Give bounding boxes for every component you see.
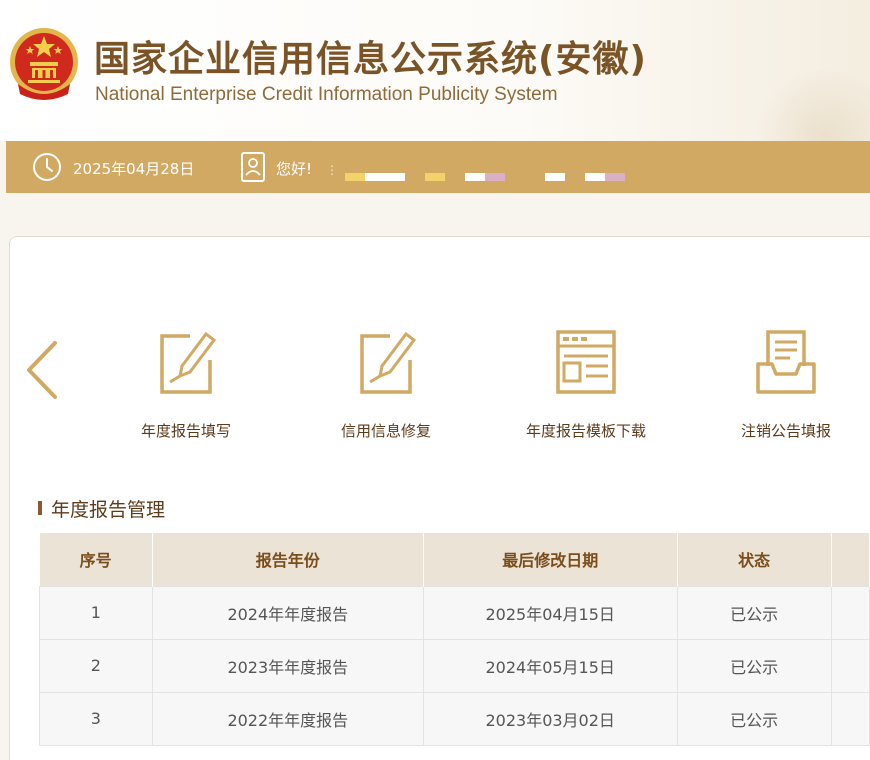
redaction-mark xyxy=(545,173,565,181)
national-emblem-icon xyxy=(10,28,78,100)
cell-extra xyxy=(831,691,870,746)
tile-credit-repair[interactable]: 信用信息修复 xyxy=(286,326,486,456)
column-header-index: 序号 xyxy=(39,533,153,586)
current-date: 2025年04月28日 xyxy=(73,160,195,178)
header-decoration xyxy=(750,70,870,141)
template-download-icon xyxy=(556,330,616,394)
tile-template-download[interactable]: 年度报告模板下载 xyxy=(486,326,686,456)
site-title: 国家企业信用信息公示系统(安徽) xyxy=(94,39,647,80)
cell-index: 3 xyxy=(39,691,153,746)
cell-year: 2024年年度报告 xyxy=(152,585,424,639)
site-header: 国家企业信用信息公示系统(安徽) National Enterprise Cre… xyxy=(0,0,870,141)
chevron-left-icon[interactable] xyxy=(24,340,60,400)
edit-document-icon xyxy=(160,331,217,394)
cell-status: 已公示 xyxy=(677,691,832,746)
cell-index: 2 xyxy=(39,638,153,692)
greeting-text: 您好! xyxy=(276,160,313,178)
inbox-document-icon xyxy=(756,330,816,394)
section-title: 年度报告管理 xyxy=(38,495,165,522)
tile-label: 注销公告填报 xyxy=(740,422,831,440)
tile-label: 信用信息修复 xyxy=(340,422,431,440)
table-row[interactable]: 3 2022年年度报告 2023年03月02日 已公示 xyxy=(39,691,870,746)
redaction-mark xyxy=(465,173,485,181)
cell-status: 已公示 xyxy=(677,585,832,639)
tile-label: 年度报告模板下载 xyxy=(525,422,646,440)
table-row[interactable]: 2 2023年年度报告 2024年05月15日 已公示 xyxy=(39,638,870,692)
tile-annual-report-fill[interactable]: 年度报告填写 xyxy=(86,326,286,456)
redaction-mark xyxy=(425,173,445,181)
clock-icon xyxy=(33,153,61,181)
table-header-row: 序号 报告年份 最后修改日期 状态 xyxy=(39,533,870,586)
annual-report-table: 序号 报告年份 最后修改日期 状态 1 2024年年度报告 2025年04月15… xyxy=(39,533,870,746)
redaction-mark xyxy=(605,173,625,181)
cell-modified: 2024年05月15日 xyxy=(423,638,678,692)
column-header-extra xyxy=(831,533,870,586)
redaction-mark xyxy=(485,173,505,181)
column-header-year: 报告年份 xyxy=(152,533,424,586)
table-row[interactable]: 1 2024年年度报告 2025年04月15日 已公示 xyxy=(39,585,870,639)
cell-modified: 2025年04月15日 xyxy=(423,585,678,639)
redaction-mark xyxy=(585,173,605,181)
cell-extra xyxy=(831,638,870,692)
section-title-text: 年度报告管理 xyxy=(51,499,166,521)
cell-status: 已公示 xyxy=(677,638,832,692)
edit-document-icon xyxy=(360,331,417,394)
redaction-mark xyxy=(365,173,405,181)
cell-modified: 2023年03月02日 xyxy=(423,691,678,746)
tile-deregistration-notice[interactable]: 注销公告填报 xyxy=(686,326,870,456)
tile-label: 年度报告填写 xyxy=(140,422,231,440)
section-marker xyxy=(38,501,42,515)
cell-extra xyxy=(831,585,870,639)
redaction-mark xyxy=(345,173,365,181)
column-header-status: 状态 xyxy=(677,533,832,586)
column-header-modified: 最后修改日期 xyxy=(423,533,678,586)
top-bar: 2025年04月28日 您好! ⋮ xyxy=(6,141,870,193)
cell-year: 2023年年度报告 xyxy=(152,638,424,692)
user-card-icon xyxy=(241,152,265,182)
masked-username: ⋮ xyxy=(326,163,338,177)
cell-year: 2022年年度报告 xyxy=(152,691,424,746)
site-subtitle: National Enterprise Credit Information P… xyxy=(95,84,558,105)
cell-index: 1 xyxy=(39,585,153,639)
